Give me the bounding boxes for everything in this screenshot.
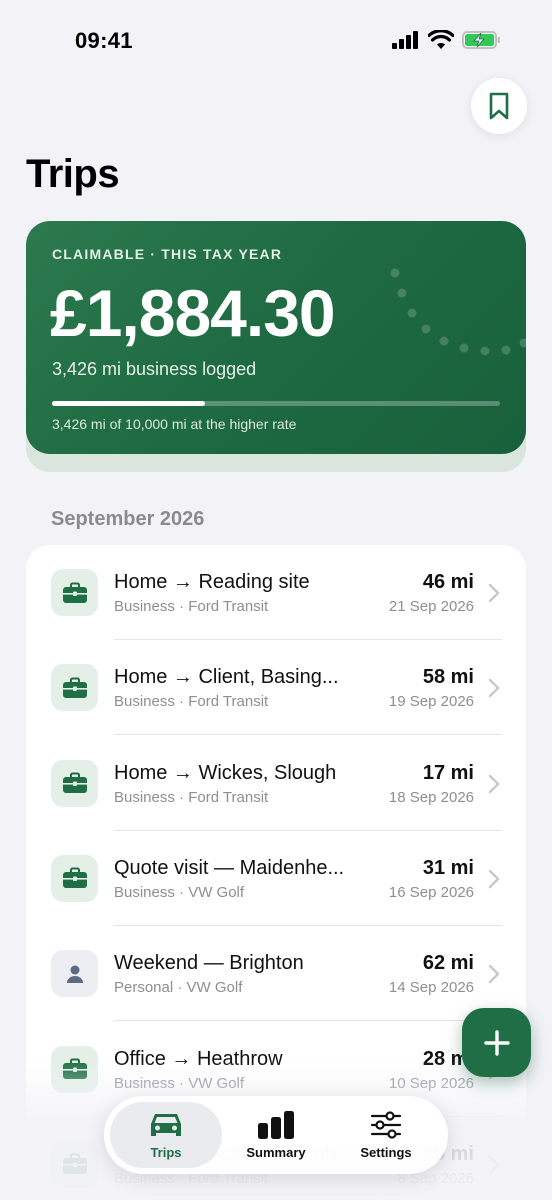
trip-meta: Business · Ford Transit (114, 598, 269, 615)
chevron-right-icon (488, 774, 500, 793)
trip-row[interactable]: Quote visit — Maidenhe... Business · VW G… (26, 831, 526, 926)
car-icon (151, 1113, 181, 1136)
tab-settings-label: Settings (360, 1144, 412, 1160)
chevron-right-icon (488, 964, 500, 984)
trip-row[interactable]: Home → Reading site Business · Ford Trans… (26, 545, 526, 640)
trip-distance: 58 mi (422, 666, 474, 689)
briefcase-icon (62, 772, 87, 794)
trip-chevron (488, 678, 500, 703)
trip-distance: 17 mi (422, 761, 474, 784)
briefcase-icon (62, 582, 87, 603)
wifi-icon (428, 30, 454, 49)
trip-row[interactable]: Weekend — Brighton Personal · VW Golf 62 m… (26, 926, 526, 1022)
status-icons (392, 30, 502, 50)
trip-type-badge (51, 759, 98, 807)
trip-type-badge (51, 854, 98, 902)
trip-date: 14 Sep 2026 (388, 979, 474, 997)
higher-rate-progress-fill (52, 401, 206, 406)
trip-meta: Business · Ford Transit (114, 788, 269, 806)
plus-icon (483, 1029, 510, 1056)
trip-title: Home → Client, Basing... (114, 666, 339, 689)
status-time: 09:41 (75, 28, 133, 53)
trip-distance: 46 mi (422, 571, 474, 593)
trip-title: Home → Reading site (114, 571, 310, 593)
signal-icon (392, 31, 418, 49)
trip-distance: 31 mi (422, 856, 474, 879)
trip-date: 16 Sep 2026 (388, 883, 474, 901)
trip-title: Weekend — Brighton (114, 952, 304, 975)
chevron-right-icon (488, 679, 500, 698)
summary-card[interactable]: CLAIMABLE · THIS TAX YEAR £1,884.30 3,42… (26, 221, 526, 454)
trip-meta: Business · VW Golf (114, 883, 245, 901)
battery-charging-icon (462, 31, 500, 49)
claimable-amount: £1,884.30 (50, 276, 336, 350)
trip-type-badge (51, 950, 98, 998)
trip-chevron (488, 583, 500, 608)
tab-trips-label: Trips (150, 1144, 182, 1160)
tab-summary-label: Summary (246, 1144, 306, 1160)
trip-chevron (488, 964, 500, 989)
tab-settings[interactable]: Settings (330, 1102, 442, 1168)
bar-chart-icon (258, 1110, 294, 1139)
trip-date: 19 Sep 2026 (388, 693, 474, 711)
trip-title: Quote visit — Maidenhe... (114, 856, 345, 879)
briefcase-icon (62, 677, 87, 698)
higher-rate-progress-track (52, 401, 500, 406)
trip-chevron (488, 869, 500, 894)
sliders-icon (370, 1110, 402, 1139)
trip-distance: 62 mi (422, 952, 474, 975)
trip-chevron (488, 774, 500, 799)
bookmark-icon (489, 92, 509, 120)
summary-eyebrow: CLAIMABLE · THIS TAX YEAR (52, 246, 283, 262)
tab-trips[interactable]: Trips (110, 1102, 222, 1168)
trip-type-badge (51, 569, 98, 616)
status-bar: 09:41 (0, 0, 552, 80)
trip-row[interactable]: Home → Wickes, Slough Business · Ford Tra… (26, 736, 526, 831)
higher-rate-progress-note: 3,426 mi of 10,000 mi at the higher rate (52, 416, 297, 432)
trip-type-badge (51, 664, 98, 712)
trip-date: 18 Sep 2026 (388, 788, 474, 806)
bookmark-button[interactable] (471, 78, 527, 134)
trip-row[interactable]: Home → Client, Basing... Business · Ford … (26, 640, 526, 736)
briefcase-icon (62, 867, 87, 889)
trip-date: 21 Sep 2026 (388, 598, 474, 615)
trip-title: Home → Wickes, Slough (114, 761, 337, 784)
business-miles-logged: 3,426 mi business logged (52, 359, 257, 379)
trip-meta: Personal · VW Golf (114, 979, 243, 997)
trip-meta: Business · Ford Transit (114, 693, 269, 711)
tab-bar: Trips Summary Settings (104, 1096, 448, 1174)
person-icon (66, 965, 83, 983)
add-trip-button[interactable] (462, 1008, 531, 1077)
chevron-right-icon (488, 869, 500, 889)
tab-summary[interactable]: Summary (220, 1102, 332, 1168)
chevron-right-icon (488, 583, 500, 603)
month-section-title: September 2026 (51, 508, 205, 530)
page-title: Trips (26, 152, 120, 196)
